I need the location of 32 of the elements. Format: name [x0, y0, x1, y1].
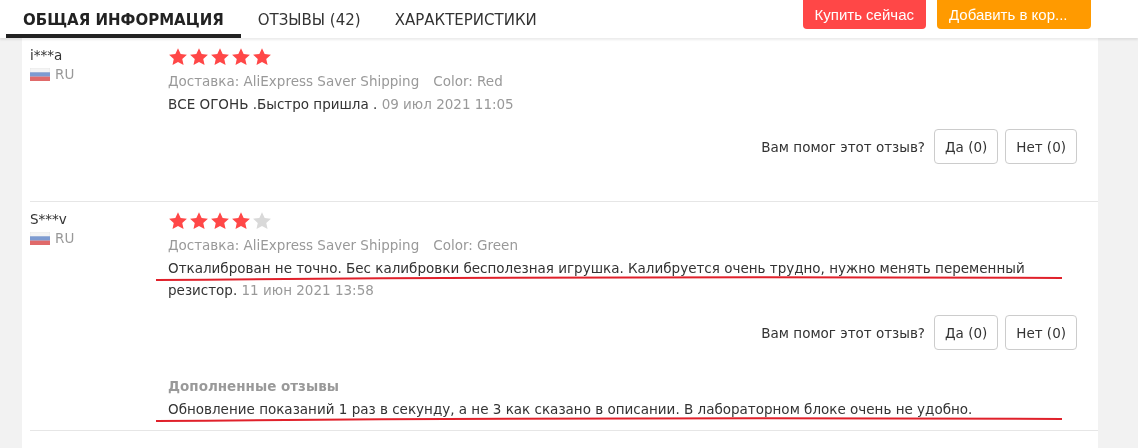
star-icon — [252, 47, 272, 67]
star-icon — [252, 211, 272, 231]
tab[interactable]: ОТЗЫВЫ (42) — [240, 0, 378, 38]
star-icon — [168, 211, 188, 231]
star-icon — [189, 47, 209, 67]
review-text: ВСЕ ОГОНЬ .Быстро пришла . 09 июл 2021 11:05 — [168, 95, 515, 114]
helpful-question: Вам помог этот отзыв? — [761, 324, 925, 341]
user-name: S***v — [30, 210, 68, 228]
color-info: Color: Green — [433, 236, 518, 255]
delivery-info: Доставка: AliExpress Saver Shipping — [168, 72, 420, 91]
star-icon — [210, 211, 230, 231]
followup-title: Дополненные отзывы — [168, 377, 340, 396]
flag-icon — [30, 67, 50, 81]
helpful-question: Вам помог этот отзыв? — [761, 138, 925, 155]
followup-text: Обновление показаний 1 раз в секунду, а не 3 как сказано в описании. В лабораторном блоке очень не удобно. — [168, 401, 973, 417]
yes-button[interactable]: Да (0) — [934, 129, 999, 164]
star-icon — [168, 47, 188, 67]
star-icon — [189, 211, 209, 231]
star-icon — [210, 47, 230, 67]
color-info: Color: Red — [433, 72, 503, 91]
tab[interactable]: ХАРАКТЕРИСТИКИ — [377, 0, 554, 38]
yes-button[interactable]: Да (0) — [934, 315, 999, 350]
star-icon — [231, 211, 251, 231]
flag-icon — [30, 231, 50, 245]
no-button[interactable]: Нет (0) — [1005, 315, 1077, 350]
star-icon — [231, 47, 251, 67]
user-name: i***a — [30, 46, 64, 64]
review-text: Откалиброван не точно. Бес калибровки бесполезная игрушка. Калибруется очень трудно, нужно менять переменный резистор. 11 июн 2021 13:58 — [168, 259, 1026, 300]
country-code: RU — [55, 65, 75, 84]
country-code: RU — [55, 229, 75, 248]
delivery-info: Доставка: AliExpress Saver Shipping — [168, 236, 420, 255]
no-button[interactable]: Нет (0) — [1005, 129, 1077, 164]
